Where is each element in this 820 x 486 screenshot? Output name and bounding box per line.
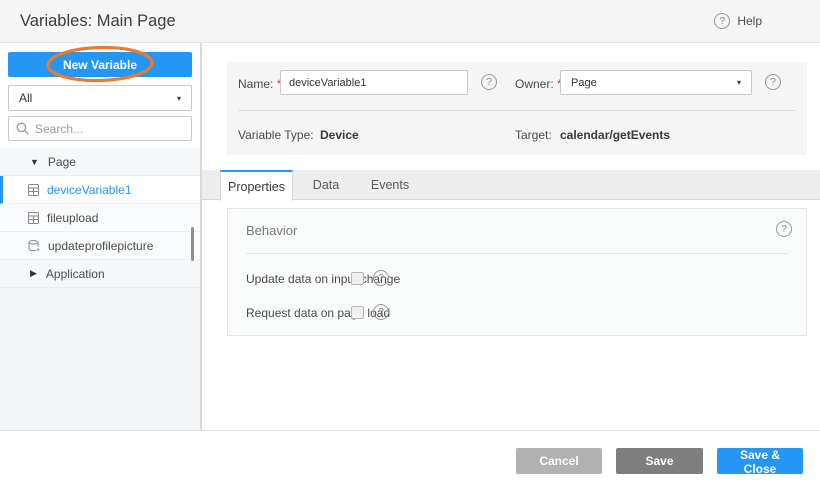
search-box <box>8 116 192 141</box>
update-data-help-icon[interactable]: ? <box>373 270 389 286</box>
variable-filter-select[interactable]: All ▾ <box>8 85 192 111</box>
request-data-checkbox[interactable] <box>351 306 364 319</box>
tree-group-label: Application <box>46 267 105 281</box>
behavior-row-update-data: Update data on input change ? <box>228 269 808 289</box>
help-icon[interactable]: ? <box>714 13 730 29</box>
behavior-row-request-data: Request data on page load ? <box>228 303 808 323</box>
device-variable-icon <box>28 184 39 196</box>
behavior-divider <box>246 253 788 254</box>
name-help-icon[interactable]: ? <box>481 74 497 90</box>
behavior-section: Behavior ? Update data on input change ?… <box>227 208 807 336</box>
request-data-label: Request data on page load <box>246 306 390 320</box>
owner-selected-value: Page <box>571 77 597 89</box>
search-input[interactable] <box>8 116 192 141</box>
target-value: calendar/getEvents <box>560 128 670 142</box>
tree-item-label: deviceVariable1 <box>47 183 132 197</box>
tab-properties[interactable]: Properties <box>220 170 293 201</box>
new-variable-button[interactable]: New Variable <box>8 52 192 77</box>
tree-item-updateprofilepicture[interactable]: updateprofilepicture <box>0 232 200 260</box>
behavior-title: Behavior <box>246 223 297 238</box>
owner-select[interactable]: Page ▾ <box>560 70 752 95</box>
tree-item-label: updateprofilepicture <box>48 239 153 253</box>
tab-events[interactable]: Events <box>357 170 423 200</box>
tree-group-page[interactable]: ▼ Page <box>0 148 200 176</box>
dialog-footer: Cancel Save Save & Close <box>0 430 820 486</box>
tree-item-label: fileupload <box>47 211 98 225</box>
name-label: Name: * <box>238 77 281 91</box>
chevron-down-icon: ▾ <box>177 94 181 103</box>
update-data-checkbox[interactable] <box>351 272 364 285</box>
help-link[interactable]: ? Help <box>714 13 762 29</box>
search-icon <box>16 122 29 135</box>
save-and-close-button[interactable]: Save & Close <box>717 448 803 474</box>
save-button[interactable]: Save <box>616 448 703 474</box>
detail-tabs: Properties Data Events <box>202 170 820 200</box>
service-variable-icon <box>28 240 40 252</box>
variables-sidebar: New Variable All ▾ ▼ Page <box>0 43 202 430</box>
variable-summary-panel: Name: * ? Owner: * Page ▾ ? Variable Typ… <box>227 62 807 155</box>
variable-detail-panel: Name: * ? Owner: * Page ▾ ? Variable Typ… <box>202 43 820 430</box>
chevron-down-icon: ▾ <box>737 78 741 87</box>
behavior-help-icon[interactable]: ? <box>776 221 792 237</box>
sidebar-empty-area <box>0 288 200 430</box>
form-divider <box>238 110 796 111</box>
variable-type-label: Variable Type: <box>238 128 314 142</box>
tab-data[interactable]: Data <box>297 170 355 200</box>
filter-selected-value: All <box>19 91 32 105</box>
help-label: Help <box>737 14 762 28</box>
request-data-help-icon[interactable]: ? <box>373 304 389 320</box>
tree-group-application[interactable]: ▶ Application <box>0 260 200 288</box>
variables-tree: ▼ Page deviceVariable1 <box>0 148 200 288</box>
variable-type-value: Device <box>320 128 359 142</box>
caret-right-icon[interactable]: ▶ <box>30 268 37 279</box>
dialog-header: Variables: Main Page ? Help <box>0 0 820 43</box>
owner-label: Owner: * <box>515 77 562 91</box>
caret-down-icon[interactable]: ▼ <box>30 157 39 167</box>
sidebar-scrollbar-thumb[interactable] <box>191 227 194 261</box>
variables-dialog: Variables: Main Page ? Help New Variable… <box>0 0 820 486</box>
target-label: Target: <box>515 128 552 142</box>
device-variable-icon <box>28 212 39 224</box>
tree-item-fileupload[interactable]: fileupload <box>0 204 200 232</box>
name-input[interactable] <box>280 70 468 95</box>
tree-group-label: Page <box>48 155 76 169</box>
tree-item-devicevariable1[interactable]: deviceVariable1 <box>0 176 200 204</box>
owner-help-icon[interactable]: ? <box>765 74 781 90</box>
cancel-button[interactable]: Cancel <box>516 448 602 474</box>
page-title: Variables: Main Page <box>20 12 176 31</box>
